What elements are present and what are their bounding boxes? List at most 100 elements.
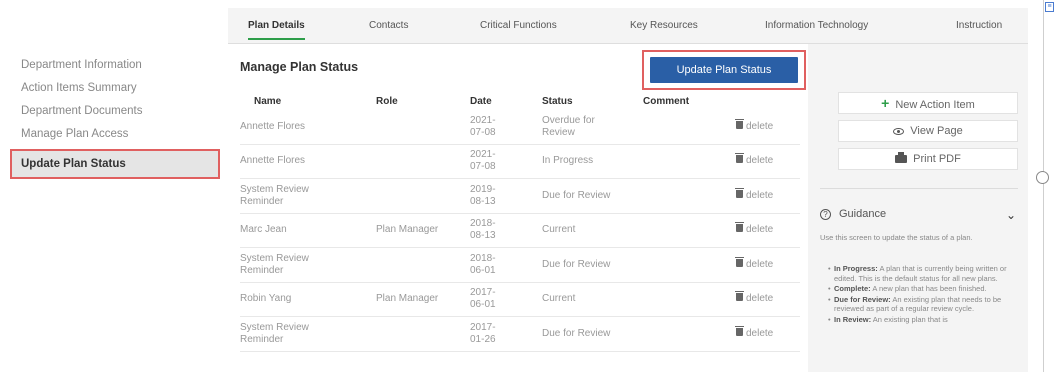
column-header-role: Role: [376, 96, 398, 107]
right-panel: + New Action Item View Page Print PDF ? Gu…: [808, 44, 1028, 372]
trash-icon: [735, 325, 744, 336]
cell-name: System Review Reminder: [240, 321, 309, 345]
guidance-item: In Progress: A plan that is currently be…: [828, 264, 1018, 283]
page-title: Manage Plan Status: [240, 60, 359, 74]
view-page-label: View Page: [910, 125, 963, 137]
print-pdf-label: Print PDF: [913, 153, 961, 165]
tab-critical-functions[interactable]: Critical Functions: [480, 8, 557, 44]
cell-date: 2017- 01-26: [470, 321, 496, 345]
delete-link[interactable]: delete: [735, 153, 800, 167]
delete-label: delete: [746, 224, 774, 236]
column-header-status: Status: [542, 96, 573, 107]
sidebar-item-department-information[interactable]: Department Information: [10, 54, 220, 77]
trash-icon: [735, 256, 744, 267]
new-action-item-button[interactable]: + New Action Item: [838, 92, 1018, 114]
trash-icon: [735, 118, 744, 129]
cell-name: Annette Flores: [240, 120, 306, 132]
trash-icon: [735, 153, 744, 164]
new-action-item-label: New Action Item: [895, 99, 975, 111]
delete-label: delete: [746, 155, 774, 167]
sidebar-item-department-documents[interactable]: Department Documents: [10, 100, 220, 123]
tab-information-technology[interactable]: Information Technology: [765, 8, 868, 44]
cell-status: In Progress: [542, 155, 594, 167]
trash-icon: [735, 222, 744, 233]
sidebar: Department Information Action Items Summ…: [10, 54, 220, 179]
cell-date: 2018- 06-01: [470, 252, 496, 276]
update-plan-status-button[interactable]: Update Plan Status: [650, 57, 798, 83]
guidance-term: Complete:: [834, 284, 871, 293]
eye-icon: [893, 127, 905, 135]
tab-instruction[interactable]: Instruction: [956, 8, 1002, 44]
cell-status: Due for Review: [542, 258, 611, 270]
tab-plan-details[interactable]: Plan Details: [248, 8, 305, 44]
cell-name: Annette Flores: [240, 155, 306, 167]
column-header-name: Name: [254, 96, 282, 107]
sidebar-item-manage-plan-access[interactable]: Manage Plan Access: [10, 123, 220, 146]
cell-status: Current: [542, 224, 576, 236]
cell-date: 2021- 07-08: [470, 114, 496, 138]
guidance-header[interactable]: ? Guidance ⌄: [820, 208, 1018, 224]
table-row: Annette Flores 2021- 07-08 In Progress d…: [240, 145, 800, 179]
cell-name: System Review Reminder: [240, 252, 309, 276]
cell-status: Current: [542, 293, 576, 305]
tab-key-resources[interactable]: Key Resources: [630, 8, 698, 44]
table-header: Name Role Date Status Comment: [240, 96, 800, 110]
guidance-title: Guidance: [839, 208, 887, 220]
cell-status: Overdue for Review: [542, 114, 595, 138]
cell-status: Due for Review: [542, 327, 611, 339]
resize-handle[interactable]: [1036, 171, 1049, 184]
cell-role: Plan Manager: [376, 224, 439, 236]
guidance-desc: A new plan that has been finished.: [872, 284, 987, 293]
delete-link[interactable]: delete: [735, 256, 800, 271]
table-row: System Review Reminder 2019- 08-13 Due f…: [240, 179, 800, 214]
delete-link[interactable]: delete: [735, 118, 800, 133]
printer-icon: [895, 152, 908, 164]
delete-link[interactable]: delete: [735, 187, 800, 202]
table-row: Marc Jean Plan Manager 2018- 08-13 Curre…: [240, 214, 800, 248]
sidebar-item-update-plan-status[interactable]: Update Plan Status: [10, 149, 220, 179]
delete-label: delete: [746, 327, 774, 339]
panel-divider: [820, 188, 1018, 189]
guidance-item: In Review: An existing plan that is: [828, 315, 1018, 325]
cell-name: Robin Yang: [240, 293, 292, 305]
guidance-item: Due for Review: An existing plan that ne…: [828, 295, 1018, 314]
delete-link[interactable]: delete: [735, 325, 800, 340]
delete-label: delete: [746, 189, 774, 201]
question-icon: ?: [820, 208, 831, 220]
main-content: Manage Plan Status Update Plan Status Na…: [228, 44, 806, 372]
cell-date: 2018- 08-13: [470, 218, 496, 242]
trash-icon: [735, 291, 744, 302]
chevron-down-icon[interactable]: ⌄: [1006, 208, 1016, 222]
window-edge-divider: [1043, 0, 1044, 372]
delete-label: delete: [746, 293, 774, 305]
delete-link[interactable]: delete: [735, 222, 800, 236]
expand-icon[interactable]: ≡: [1045, 2, 1054, 12]
cell-name: System Review Reminder: [240, 183, 309, 207]
delete-label: delete: [746, 258, 774, 270]
table-row: Annette Flores 2021- 07-08 Overdue for R…: [240, 110, 800, 145]
print-pdf-button[interactable]: Print PDF: [838, 148, 1018, 170]
guidance-item: Complete: A new plan that has been finis…: [828, 284, 1018, 294]
table-row: System Review Reminder 2017- 01-26 Due f…: [240, 317, 800, 352]
cell-date: 2019- 08-13: [470, 183, 496, 207]
tab-bar: Plan Details Contacts Critical Functions…: [228, 8, 1028, 44]
tab-contacts[interactable]: Contacts: [369, 8, 408, 44]
status-table: Annette Flores 2021- 07-08 Overdue for R…: [240, 110, 800, 352]
guidance-term: Due for Review:: [834, 294, 891, 304]
view-page-button[interactable]: View Page: [838, 120, 1018, 142]
table-row: Robin Yang Plan Manager 2017- 06-01 Curr…: [240, 283, 800, 317]
cell-date: 2021- 07-08: [470, 149, 496, 173]
cell-name: Marc Jean: [240, 224, 287, 236]
trash-icon: [735, 187, 744, 198]
guidance-intro: Use this screen to update the status of …: [820, 233, 973, 242]
guidance-term: In Review:: [834, 314, 872, 324]
delete-label: delete: [746, 120, 774, 132]
update-button-highlight: Update Plan Status: [642, 50, 806, 90]
guidance-desc: An existing plan that is: [872, 314, 948, 324]
sidebar-item-action-items-summary[interactable]: Action Items Summary: [10, 77, 220, 100]
table-row: System Review Reminder 2018- 06-01 Due f…: [240, 248, 800, 283]
column-header-date: Date: [470, 96, 492, 107]
delete-link[interactable]: delete: [735, 291, 800, 305]
cell-status: Due for Review: [542, 189, 611, 201]
plus-icon: +: [881, 95, 890, 111]
